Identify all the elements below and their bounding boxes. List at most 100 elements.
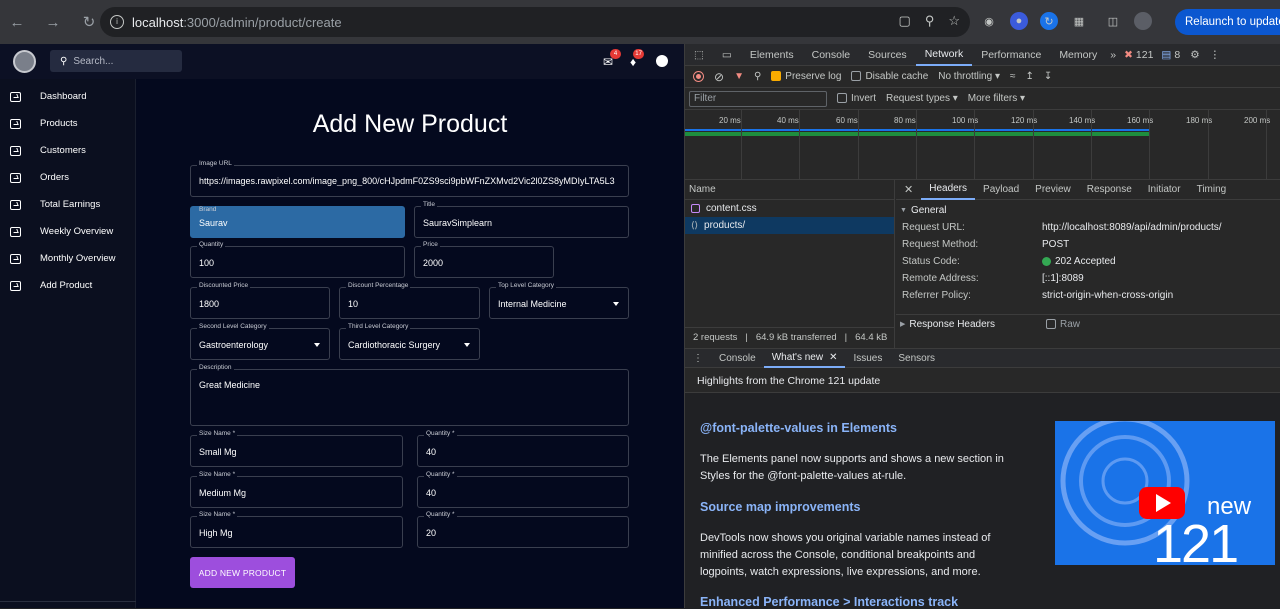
request-types-dropdown[interactable]: Request types ▾ bbox=[886, 93, 958, 104]
search-icon[interactable]: ⚲ bbox=[754, 71, 761, 82]
disable-cache-checkbox[interactable]: Disable cache bbox=[851, 71, 928, 82]
third-level-category-select[interactable]: Third Level Category Cardiothoracic Surg… bbox=[339, 323, 480, 360]
sidebar-item-monthly-overview[interactable]: Monthly Overview bbox=[0, 245, 135, 272]
record-icon[interactable] bbox=[693, 71, 704, 82]
settings-gear-icon[interactable]: ⚙ bbox=[1184, 44, 1205, 66]
quantity-field[interactable]: Quantity 100 bbox=[190, 241, 405, 278]
add-new-product-button[interactable]: ADD NEW PRODUCT bbox=[190, 557, 295, 588]
notification-bell-icon[interactable]: ♦ 17 bbox=[630, 49, 645, 69]
tab-preview[interactable]: Preview bbox=[1027, 180, 1079, 200]
response-headers-section-toggle[interactable]: ▶ Response Headers Raw bbox=[896, 314, 1280, 333]
chrome-121-video-thumbnail[interactable]: new 121 bbox=[1055, 421, 1275, 565]
errors-count[interactable]: ✖ 121 bbox=[1120, 44, 1157, 66]
blue-extension-icon[interactable]: ↻ bbox=[1040, 12, 1058, 30]
whats-new-subtitle: Highlights from the Chrome 121 update bbox=[697, 375, 881, 387]
zoom-icon[interactable]: ⚲ bbox=[925, 13, 935, 29]
back-icon[interactable]: ← bbox=[6, 11, 28, 33]
drawer-tab-issues[interactable]: Issues bbox=[845, 348, 890, 368]
mail-icon[interactable]: ✉ 4 bbox=[603, 49, 622, 69]
camera-extension-icon[interactable]: ◉ bbox=[980, 12, 998, 30]
general-section-toggle[interactable]: ▼ General bbox=[896, 202, 1280, 219]
sidebar-item-add-product[interactable]: Add Product bbox=[0, 272, 135, 299]
sidebar-item-orders[interactable]: Orders bbox=[0, 164, 135, 191]
side-panel-icon[interactable]: ◫ bbox=[1104, 12, 1122, 30]
discounted-price-field[interactable]: Discounted Price 1800 bbox=[190, 282, 330, 319]
size-name-field[interactable]: Size Name * Medium Mg bbox=[190, 471, 403, 508]
whats-new-heading-link[interactable]: Enhanced Performance > Interactions trac… bbox=[700, 595, 958, 609]
close-icon[interactable]: ✕ bbox=[896, 180, 921, 200]
bookmark-star-icon[interactable]: ☆ bbox=[948, 13, 960, 29]
export-har-icon[interactable]: ↧ bbox=[1044, 71, 1052, 82]
device-toolbar-icon[interactable]: ▭ bbox=[713, 44, 741, 66]
title-field[interactable]: Title SauravSimplearn bbox=[414, 201, 629, 238]
filter-funnel-icon[interactable]: ▼ bbox=[734, 71, 744, 82]
sidebar-item-dashboard[interactable]: Dashboard bbox=[0, 83, 135, 110]
preserve-log-checkbox[interactable]: Preserve log bbox=[771, 71, 841, 82]
tab-initiator[interactable]: Initiator bbox=[1140, 180, 1189, 200]
tab-headers[interactable]: Headers bbox=[921, 180, 976, 200]
tab-console[interactable]: Console bbox=[803, 44, 860, 66]
cast-icon[interactable]: ▢ bbox=[899, 13, 911, 29]
image-url-field[interactable]: Image URL https://images.rawpixel.com/im… bbox=[190, 160, 629, 197]
messages-count[interactable]: ▤ 8 bbox=[1157, 44, 1184, 66]
size-quantity-field[interactable]: Quantity * 40 bbox=[417, 471, 629, 508]
whats-new-heading-link[interactable]: @font-palette-values in Elements bbox=[700, 421, 897, 435]
tab-elements[interactable]: Elements bbox=[741, 44, 803, 66]
size-name-field[interactable]: Size Name * High Mg bbox=[190, 511, 403, 548]
whats-new-heading-link[interactable]: Source map improvements bbox=[700, 500, 860, 514]
price-field[interactable]: Price 2000 bbox=[414, 241, 554, 278]
throttling-select[interactable]: No throttling ▾ bbox=[938, 71, 1000, 82]
kebab-menu-icon[interactable]: ⋮ bbox=[1206, 44, 1225, 66]
tab-timing[interactable]: Timing bbox=[1189, 180, 1235, 200]
request-row[interactable]: ⟨⟩ products/ bbox=[685, 217, 894, 234]
sidebar-item-products[interactable]: Products bbox=[0, 110, 135, 137]
size-name-field[interactable]: Size Name * Small Mg bbox=[190, 430, 403, 467]
reload-icon[interactable]: ↻ bbox=[78, 11, 100, 33]
discount-percentage-field[interactable]: Discount Percentage 10 bbox=[339, 282, 480, 319]
tab-payload[interactable]: Payload bbox=[975, 180, 1027, 200]
address-bar[interactable]: i localhost:3000/admin/product/create ▢ … bbox=[100, 7, 970, 37]
search-icon: ⚲ bbox=[60, 55, 68, 67]
more-tabs-icon[interactable]: » bbox=[1106, 44, 1120, 66]
sidebar-item-total-earnings[interactable]: Total Earnings bbox=[0, 191, 135, 218]
site-info-icon[interactable]: i bbox=[110, 15, 124, 29]
general-row: Remote Address: [::1]:8089 bbox=[902, 273, 1084, 284]
sidebar-item-customers[interactable]: Customers bbox=[0, 137, 135, 164]
invert-checkbox[interactable]: Invert bbox=[837, 93, 876, 104]
close-icon[interactable]: ✕ bbox=[829, 352, 837, 363]
account-icon[interactable] bbox=[656, 55, 668, 67]
tab-sources[interactable]: Sources bbox=[859, 44, 916, 66]
extensions-puzzle-icon[interactable]: ▦ bbox=[1070, 12, 1088, 30]
inspect-element-icon[interactable]: ⬚ bbox=[685, 44, 713, 66]
drawer-tab-console[interactable]: Console bbox=[711, 348, 764, 368]
drawer-menu-icon[interactable]: ⋮ bbox=[685, 348, 711, 368]
tab-memory[interactable]: Memory bbox=[1050, 44, 1106, 66]
network-timeline-overview[interactable]: 20 ms 40 ms 60 ms 80 ms 100 ms 120 ms 140 ms 16… bbox=[685, 110, 1280, 180]
tab-network[interactable]: Network bbox=[915, 44, 973, 66]
forward-icon[interactable]: → bbox=[42, 11, 64, 33]
brand-field[interactable]: Brand Saurav bbox=[190, 206, 405, 238]
more-filters-dropdown[interactable]: More filters ▾ bbox=[968, 93, 1025, 104]
size-quantity-field[interactable]: Quantity * 20 bbox=[417, 511, 629, 548]
search-input[interactable]: ⚲ Search... bbox=[50, 50, 182, 72]
app-logo[interactable] bbox=[13, 50, 36, 73]
import-har-icon[interactable]: ↥ bbox=[1025, 71, 1033, 82]
drawer-tab-whats-new[interactable]: What's new ✕ bbox=[763, 348, 846, 368]
relaunch-button[interactable]: Relaunch to update bbox=[1175, 9, 1280, 35]
clear-icon[interactable]: ⊘ bbox=[714, 70, 724, 84]
network-conditions-icon[interactable]: ≈ bbox=[1010, 71, 1016, 82]
tab-response[interactable]: Response bbox=[1079, 180, 1140, 200]
raw-checkbox[interactable]: Raw bbox=[1046, 319, 1080, 330]
description-field[interactable]: Description Great Medicine bbox=[190, 364, 629, 426]
tab-performance[interactable]: Performance bbox=[972, 44, 1050, 66]
shield-extension-icon[interactable]: ● bbox=[1010, 12, 1028, 30]
name-column-header[interactable]: Name bbox=[685, 180, 894, 200]
profile-avatar[interactable] bbox=[1134, 12, 1152, 30]
size-quantity-field[interactable]: Quantity * 40 bbox=[417, 430, 629, 467]
request-row[interactable]: content.css bbox=[685, 200, 894, 217]
filter-input[interactable]: Filter bbox=[689, 90, 827, 107]
drawer-tab-sensors[interactable]: Sensors bbox=[890, 348, 943, 368]
sidebar-item-weekly-overview[interactable]: Weekly Overview bbox=[0, 218, 135, 245]
top-level-category-select[interactable]: Top Level Category Internal Medicine bbox=[489, 282, 629, 319]
second-level-category-select[interactable]: Second Level Category Gastroenterology bbox=[190, 323, 330, 360]
